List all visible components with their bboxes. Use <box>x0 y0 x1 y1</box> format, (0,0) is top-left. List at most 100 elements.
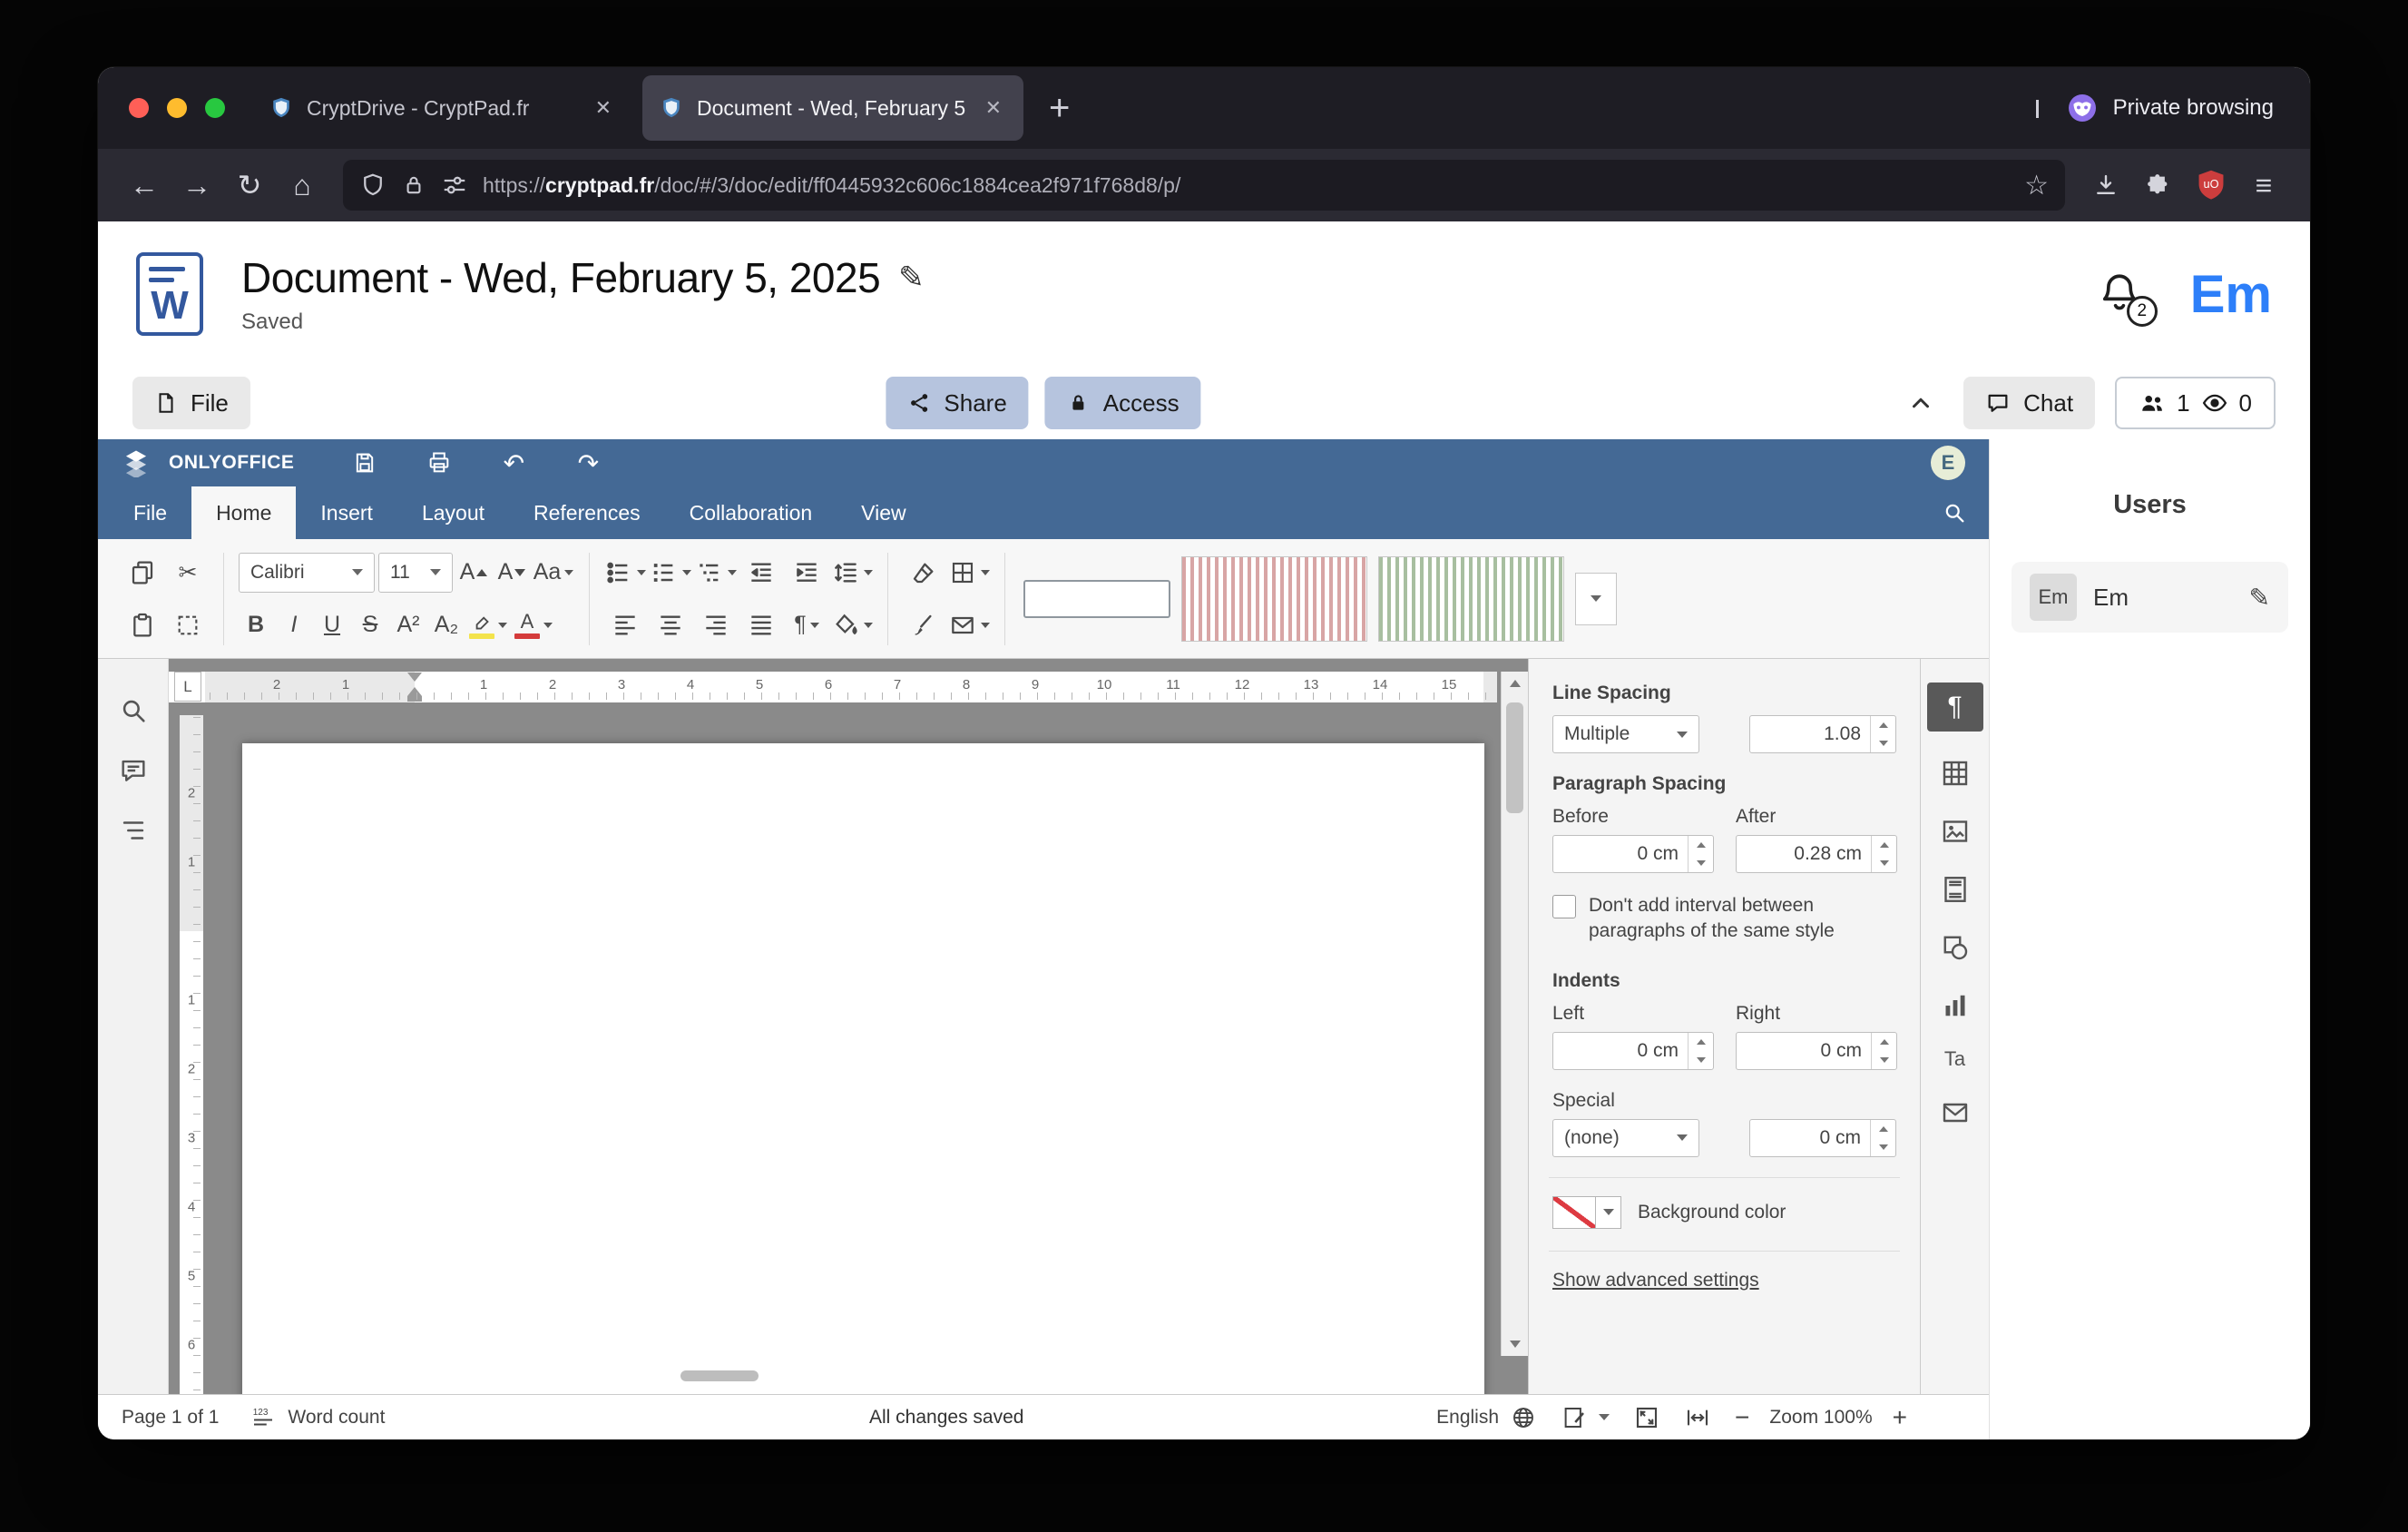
zoom-level[interactable]: Zoom 100% <box>1769 1407 1872 1429</box>
redo-button[interactable]: ↷ <box>564 443 612 483</box>
print-button[interactable] <box>416 443 463 483</box>
home-button[interactable]: ⌂ <box>276 159 328 211</box>
spin-up-button[interactable] <box>1689 836 1713 854</box>
spin-up-button[interactable] <box>1689 1033 1713 1051</box>
find-button[interactable] <box>118 695 149 726</box>
mail-merge-button[interactable] <box>948 604 990 646</box>
tab-file[interactable]: File <box>109 486 191 539</box>
spin-up-button[interactable] <box>1871 716 1895 734</box>
permissions-icon[interactable] <box>441 172 468 199</box>
tab-insert[interactable]: Insert <box>296 486 397 539</box>
tab-close-button[interactable]: ✕ <box>980 94 1007 122</box>
bullet-list-button[interactable] <box>604 552 646 594</box>
minimize-window-button[interactable] <box>167 98 187 118</box>
numbered-list-button[interactable] <box>650 552 691 594</box>
decrease-font-button[interactable]: A <box>494 552 529 594</box>
paste-button[interactable] <box>122 604 163 646</box>
spin-down-button[interactable] <box>1871 1138 1895 1156</box>
tab-close-button[interactable]: ✕ <box>590 94 617 122</box>
spin-down-button[interactable] <box>1871 734 1895 752</box>
line-spacing-spinner[interactable]: 1.08 <box>1749 715 1896 753</box>
navigation-button[interactable] <box>118 815 149 846</box>
vertical-scroll-thumb[interactable] <box>1506 702 1523 813</box>
line-spacing-button[interactable] <box>831 552 873 594</box>
word-count-button[interactable]: 123 Word count <box>250 1404 385 1431</box>
style-gallery-expand-button[interactable] <box>1575 573 1617 625</box>
forward-button[interactable]: → <box>171 159 223 211</box>
decrease-indent-button[interactable] <box>740 552 782 594</box>
address-bar[interactable]: https://cryptpad.fr/doc/#/3/doc/edit/ff0… <box>343 160 2065 211</box>
list-all-tabs-button[interactable] <box>2009 100 2066 116</box>
tab-home[interactable]: Home <box>191 486 296 539</box>
maximize-window-button[interactable] <box>205 98 225 118</box>
image-settings-button[interactable] <box>1939 815 1972 848</box>
document-canvas[interactable]: 2 1 1 2 3 4 5 6 7 8 9 10 11 12 1 <box>169 659 1528 1394</box>
edit-user-pencil-icon[interactable]: ✎ <box>2249 583 2270 613</box>
cut-button[interactable]: ✂ <box>167 552 209 594</box>
spacing-before-spinner[interactable]: 0 cm <box>1552 835 1714 873</box>
share-button[interactable]: Share <box>886 377 1028 429</box>
tab-layout[interactable]: Layout <box>397 486 509 539</box>
italic-button[interactable]: I <box>277 604 311 646</box>
subscript-button[interactable]: A₂ <box>429 604 464 646</box>
zoom-in-button[interactable]: + <box>1893 1405 1907 1430</box>
new-tab-button[interactable]: + <box>1033 90 1086 126</box>
back-button[interactable]: ← <box>118 159 171 211</box>
spacing-after-spinner[interactable]: 0.28 cm <box>1736 835 1897 873</box>
horizontal-ruler[interactable]: 2 1 1 2 3 4 5 6 7 8 9 10 11 12 1 <box>169 672 1497 702</box>
tab-document[interactable]: Document - Wed, February 5, 2025 ✕ <box>642 75 1023 141</box>
style-preview-3[interactable] <box>1378 556 1564 642</box>
user-list-item[interactable]: Em Em ✎ <box>2012 562 2288 633</box>
text-art-settings-button[interactable]: Ta <box>1944 1047 1965 1071</box>
tab-view[interactable]: View <box>837 486 930 539</box>
highlight-color-button[interactable] <box>467 604 509 646</box>
collaborator-badge[interactable]: E <box>1931 446 1965 480</box>
strikethrough-button[interactable]: S <box>353 604 387 646</box>
first-line-indent-marker[interactable] <box>407 673 422 682</box>
special-indent-select[interactable]: (none) <box>1552 1119 1699 1157</box>
ublock-button[interactable]: uO <box>2185 159 2237 211</box>
left-indent-marker[interactable] <box>407 687 422 696</box>
app-menu-button[interactable]: ≡ <box>2237 159 2290 211</box>
underline-button[interactable]: U <box>315 604 349 646</box>
nonprinting-chars-button[interactable]: ¶ <box>786 604 827 646</box>
scroll-up-button[interactable] <box>1502 672 1528 695</box>
select-all-button[interactable] <box>167 604 209 646</box>
vertical-ruler[interactable]: 2 1 1 2 3 4 5 6 <box>180 715 203 1394</box>
chart-settings-button[interactable] <box>1939 989 1972 1022</box>
fit-width-button[interactable] <box>1684 1404 1711 1431</box>
extensions-button[interactable] <box>2132 159 2185 211</box>
multilevel-list-button[interactable] <box>695 552 737 594</box>
language-selector[interactable]: English <box>1436 1404 1537 1431</box>
notifications-button[interactable]: 2 <box>2096 269 2147 319</box>
increase-font-button[interactable]: A <box>456 552 491 594</box>
borders-button[interactable] <box>948 552 990 594</box>
tab-stop-selector[interactable]: L <box>174 672 201 702</box>
increase-indent-button[interactable] <box>786 552 827 594</box>
edit-title-pencil-icon[interactable]: ✎ <box>898 260 925 296</box>
special-indent-spinner[interactable]: 0 cm <box>1749 1119 1896 1157</box>
bold-button[interactable]: B <box>239 604 273 646</box>
document-page[interactable] <box>242 743 1484 1394</box>
horizontal-scroll-thumb[interactable] <box>680 1370 759 1381</box>
show-advanced-settings-link[interactable]: Show advanced settings <box>1552 1270 1759 1291</box>
close-window-button[interactable] <box>129 98 149 118</box>
spin-up-button[interactable] <box>1871 1120 1895 1138</box>
tracking-shield-icon[interactable] <box>359 172 387 199</box>
background-color-picker[interactable] <box>1552 1196 1621 1229</box>
mail-merge-settings-button[interactable] <box>1939 1096 1972 1129</box>
user-list-button[interactable]: 1 0 <box>2115 377 2276 429</box>
undo-button[interactable]: ↶ <box>490 443 537 483</box>
chat-button[interactable]: Chat <box>1963 377 2095 429</box>
font-name-select[interactable]: Calibri <box>239 553 375 593</box>
search-button[interactable] <box>1920 486 1989 539</box>
line-spacing-select[interactable]: Multiple <box>1552 715 1699 753</box>
align-right-button[interactable] <box>695 604 737 646</box>
style-preview-2[interactable] <box>1181 556 1367 642</box>
file-menu-button[interactable]: File <box>132 377 250 429</box>
font-color-button[interactable]: A <box>513 604 554 646</box>
spell-check-button[interactable] <box>1561 1404 1610 1431</box>
tab-cryptdrive[interactable]: CryptDrive - CryptPad.fr ✕ <box>252 75 633 141</box>
spin-down-button[interactable] <box>1689 1051 1713 1069</box>
bookmark-star-icon[interactable]: ☆ <box>2024 170 2049 201</box>
